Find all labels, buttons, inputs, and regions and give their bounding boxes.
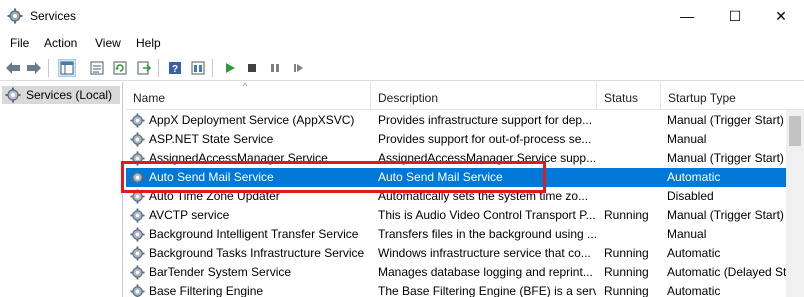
help-icon[interactable]: ? <box>166 59 184 77</box>
service-gear-icon <box>130 284 145 297</box>
menu-view[interactable]: View <box>95 36 121 50</box>
service-status <box>604 225 662 244</box>
service-description: The Base Filtering Engine (BFE) is a ser… <box>378 284 596 297</box>
forward-arrow-icon[interactable] <box>25 59 43 77</box>
service-status <box>604 130 662 149</box>
service-startup-type: Automatic <box>667 170 721 184</box>
refresh-icon[interactable] <box>111 59 129 77</box>
service-gear-icon <box>130 227 145 242</box>
service-status: Running <box>604 284 649 297</box>
console-tree-icon[interactable] <box>58 59 76 77</box>
service-description: This is Audio Video Control Transport P.… <box>378 208 596 222</box>
service-description: Provides support for out-of-process se..… <box>378 132 592 146</box>
menu-action[interactable]: Action <box>44 36 77 50</box>
service-startup-type: Automatic <box>667 246 721 260</box>
scrollbar-thumb[interactable] <box>789 116 801 146</box>
service-startup-type: Manual (Trigger Start) <box>667 151 784 165</box>
service-gear-icon <box>130 132 145 147</box>
service-startup-type: Manual (Trigger Start) <box>667 113 784 127</box>
toolbar-separator <box>48 59 49 77</box>
service-status <box>604 111 662 130</box>
table-row[interactable]: AppX Deployment Service (AppXSVC) Provide… <box>126 111 786 130</box>
tree-item-services-local[interactable]: Services (Local) <box>2 86 120 104</box>
vertical-scrollbar[interactable] <box>786 110 804 297</box>
export-list-icon[interactable] <box>135 59 153 77</box>
toolbar-separator <box>158 59 159 77</box>
close-button[interactable]: ✕ <box>758 0 804 32</box>
service-status <box>604 168 662 187</box>
start-service-icon[interactable] <box>221 59 239 77</box>
window-title: Services <box>30 9 77 23</box>
service-name: Background Tasks Infrastructure Service <box>149 246 365 260</box>
column-header-name[interactable]: ^ Name <box>126 81 371 110</box>
column-header-status[interactable]: Status <box>597 82 661 110</box>
back-arrow-icon[interactable] <box>4 59 22 77</box>
menu-bar: File Action View Help <box>0 32 804 54</box>
service-name: Base Filtering Engine <box>149 284 264 297</box>
table-row[interactable]: ASP.NET State Service Provides support fo… <box>126 130 786 149</box>
service-name: ASP.NET State Service <box>149 132 274 146</box>
services-gear-icon <box>5 87 21 103</box>
services-gear-icon <box>7 8 23 24</box>
service-name: AppX Deployment Service (AppXSVC) <box>149 113 355 127</box>
table-row[interactable]: Background Tasks Infrastructure Service W… <box>126 244 786 263</box>
service-name: AVCTP service <box>149 208 230 222</box>
service-status: Running <box>604 265 649 279</box>
service-status: Running <box>604 246 649 260</box>
service-name: Background Intelligent Transfer Service <box>149 227 359 241</box>
service-description: Windows infrastructure service that co..… <box>378 246 591 260</box>
pause-service-icon[interactable] <box>266 59 284 77</box>
service-status <box>604 187 662 206</box>
service-description: Transfers files in the background using … <box>378 227 596 241</box>
highlight-annotation-box <box>121 161 546 193</box>
table-row[interactable]: AVCTP service This is Audio Video Control… <box>126 206 786 225</box>
service-startup-type: Automatic <box>667 284 721 297</box>
service-gear-icon <box>130 246 145 261</box>
restart-service-icon[interactable] <box>289 59 307 77</box>
service-description: Manages database logging and reprint... <box>378 265 593 279</box>
column-header-startup-type[interactable]: Startup Type <box>661 82 801 110</box>
service-status <box>604 149 662 168</box>
properties-icon[interactable] <box>88 59 106 77</box>
column-header-description[interactable]: Description <box>371 82 597 110</box>
console-tree: Services (Local) <box>0 82 123 297</box>
menu-file[interactable]: File <box>10 36 29 50</box>
toolbar-separator <box>212 59 213 77</box>
service-startup-type: Manual <box>667 227 707 241</box>
service-startup-type: Manual <box>667 132 707 146</box>
service-startup-type: Automatic (Delayed St <box>667 265 787 279</box>
title-bar: Services — ☐ ✕ <box>0 0 804 32</box>
list-header: ^ Name Description Status Startup Type <box>126 81 804 110</box>
minimize-button[interactable]: — <box>664 0 710 32</box>
stop-service-icon[interactable] <box>243 59 261 77</box>
service-status: Running <box>604 208 649 222</box>
view-icon[interactable] <box>189 59 207 77</box>
service-startup-type: Manual (Trigger Start) <box>667 208 784 222</box>
service-name: BarTender System Service <box>149 265 292 279</box>
table-row[interactable]: Background Intelligent Transfer Service T… <box>126 225 786 244</box>
menu-help[interactable]: Help <box>136 36 161 50</box>
service-gear-icon <box>130 265 145 280</box>
service-gear-icon <box>130 208 145 223</box>
service-description: Provides infrastructure support for dep.… <box>378 113 593 127</box>
service-startup-type: Disabled <box>667 189 714 203</box>
toolbar: ? <box>0 55 804 81</box>
service-gear-icon <box>130 113 145 128</box>
table-row[interactable]: BarTender System Service Manages database… <box>126 263 786 282</box>
sort-ascending-icon: ^ <box>243 81 248 91</box>
tree-item-label: Services (Local) <box>26 88 113 102</box>
table-row[interactable]: Base Filtering Engine The Base Filtering … <box>126 282 786 297</box>
maximize-button[interactable]: ☐ <box>712 0 758 32</box>
svg-text:?: ? <box>172 64 178 75</box>
